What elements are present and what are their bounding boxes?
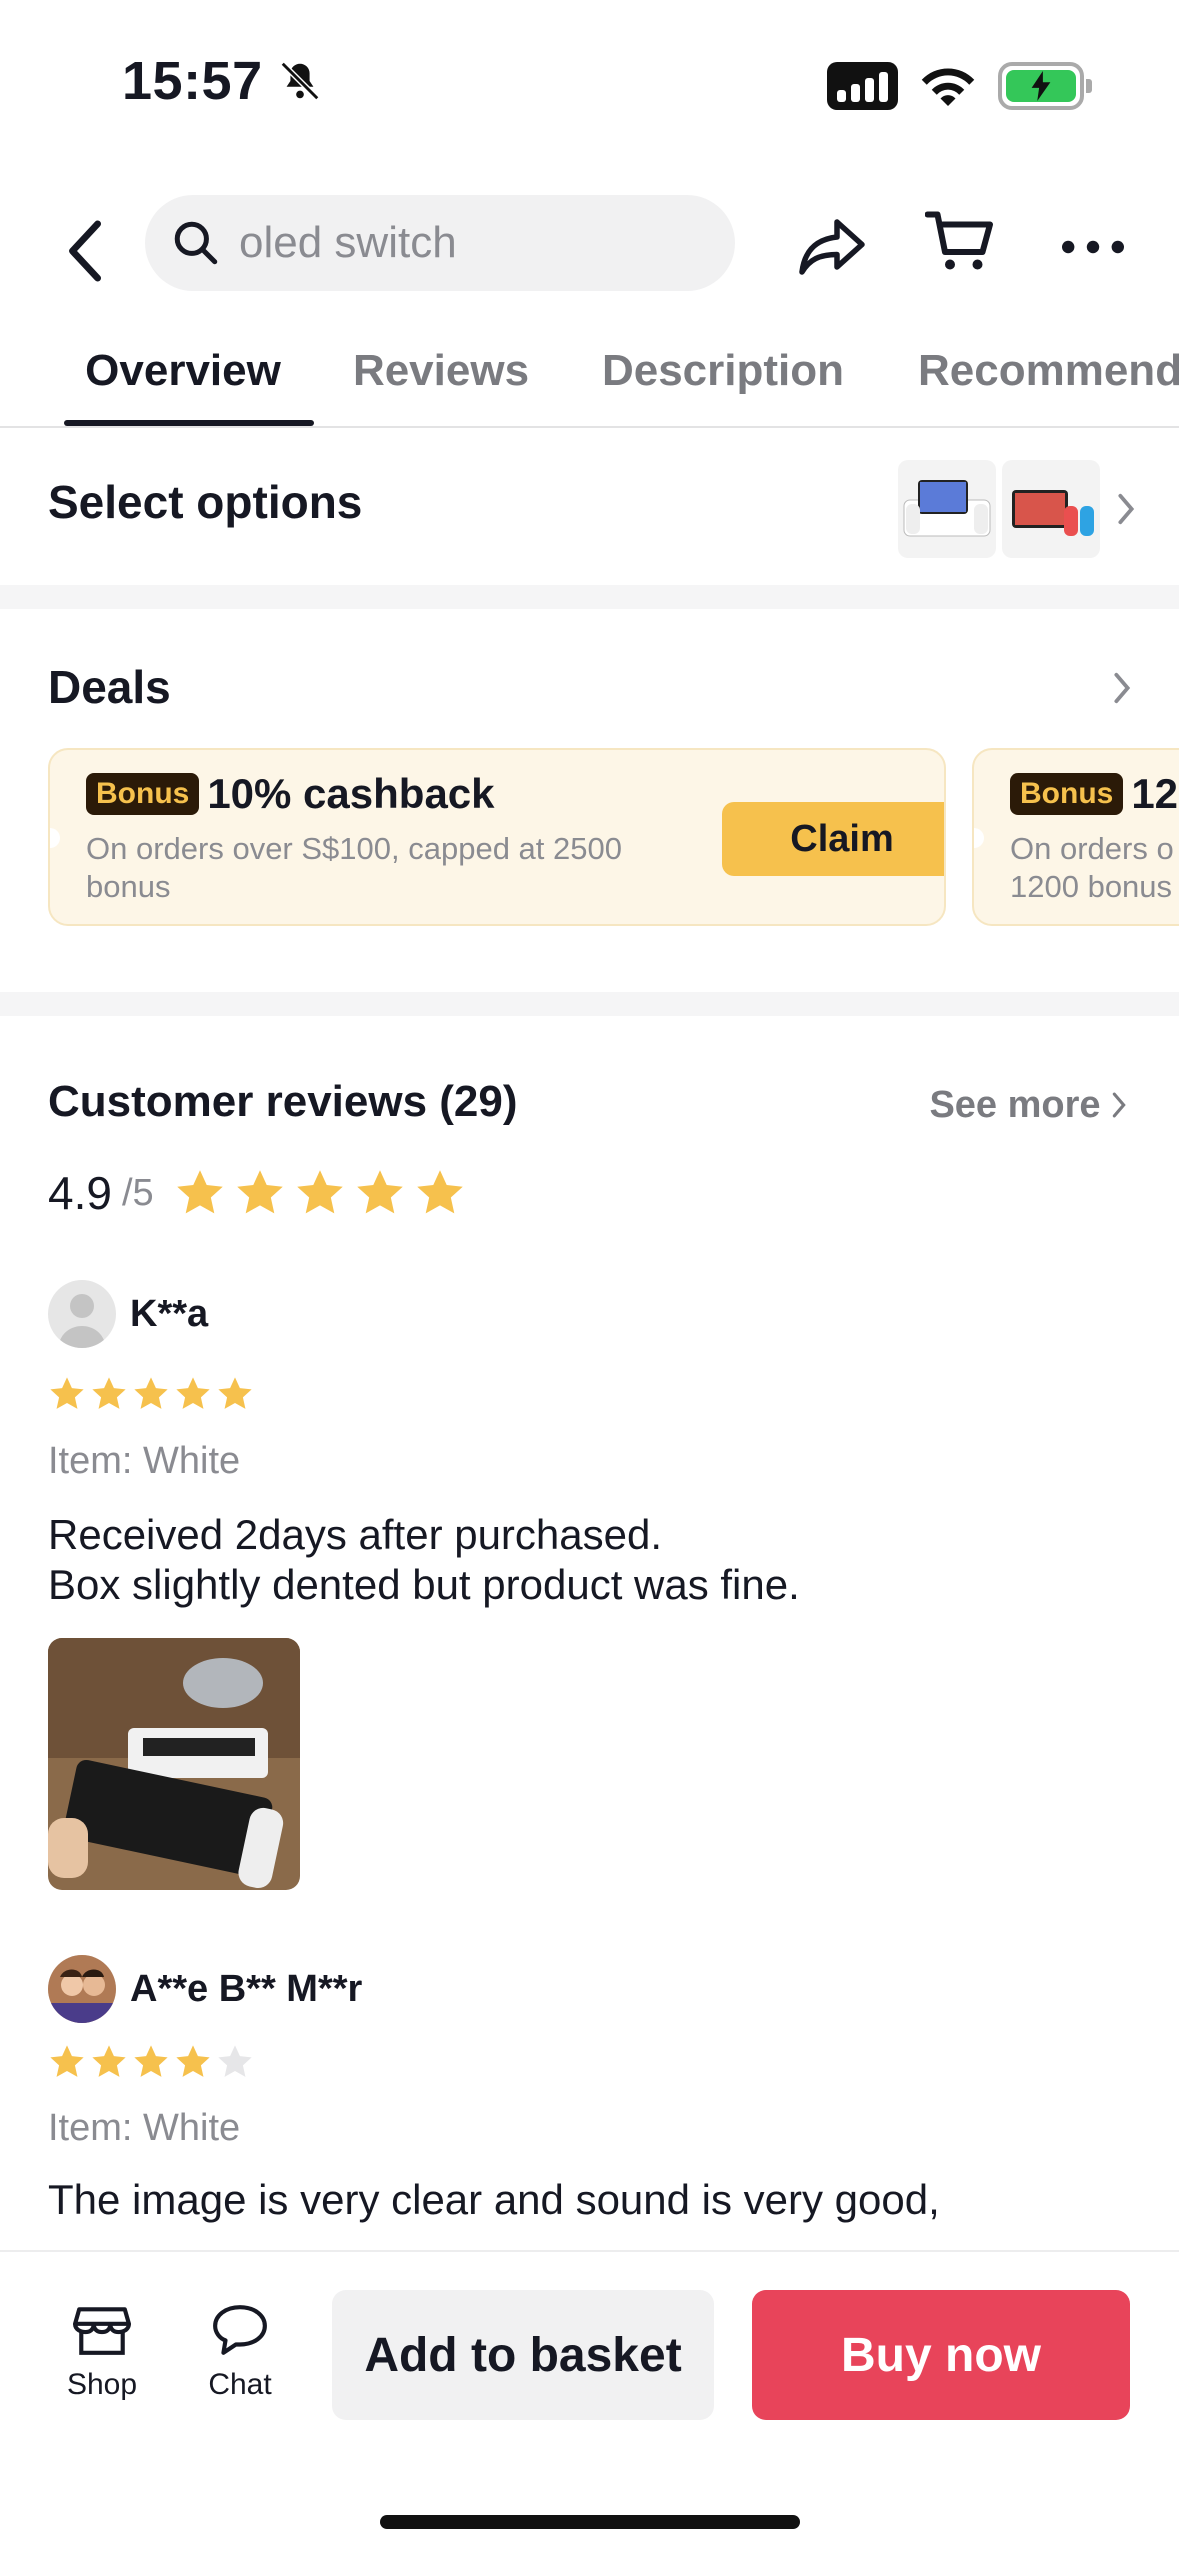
deal-coupon[interactable]: Bonus 10% cashback On orders over S$100,… — [48, 748, 946, 926]
shop-button[interactable]: Shop — [38, 2284, 166, 2420]
star-filled-icon — [92, 2045, 126, 2077]
star-filled-icon — [176, 1377, 210, 1409]
top-nav: oled switch — [0, 185, 1179, 305]
see-more-button[interactable]: See more — [898, 1055, 1158, 1155]
select-options-row[interactable]: Select options — [0, 430, 1179, 585]
cart-button[interactable] — [918, 197, 1002, 287]
deals-title: Deals — [48, 661, 171, 713]
chat-label: Chat — [208, 2368, 272, 2401]
time-text: 15:57 — [122, 51, 263, 111]
back-button[interactable] — [48, 203, 124, 299]
back-icon — [69, 220, 102, 282]
signal-icon — [827, 62, 898, 110]
add-to-basket-button[interactable]: Add to basket — [332, 2290, 714, 2420]
avatar — [48, 1955, 116, 2023]
tab-overview[interactable]: Overview — [48, 315, 318, 426]
shop-label: Shop — [66, 2368, 138, 2401]
item-variant: Item: White — [48, 1440, 241, 1482]
search-placeholder: oled switch — [239, 218, 457, 267]
star-filled-icon — [176, 2045, 210, 2077]
star-filled-icon — [218, 1377, 252, 1409]
star-filled-icon — [134, 2045, 168, 2077]
review-text-line: The image is very clear and sound is ver… — [48, 2176, 940, 2223]
rating-score: 4.9 — [48, 1167, 112, 1219]
see-more-label: See more — [929, 1083, 1101, 1126]
bonus-badge: Bonus — [86, 773, 200, 815]
home-indicator — [380, 2515, 800, 2529]
reviewer: K**a — [48, 1280, 208, 1348]
star-filled-icon — [356, 1170, 403, 1214]
review-photo[interactable] — [48, 1638, 300, 1890]
chevron-right-icon[interactable] — [1096, 460, 1156, 558]
review-text: The image is very clear and sound is ver… — [48, 2175, 940, 2225]
bonus-badge: Bonus — [1010, 773, 1124, 815]
deal-title: 12% — [1131, 770, 1179, 817]
deals-chevron-right-icon[interactable] — [1084, 646, 1160, 730]
option-thumbnail-neon[interactable] — [1002, 460, 1100, 558]
status-bar: 15:57 — [0, 0, 1179, 160]
star-filled-icon — [134, 1377, 168, 1409]
battery-charging-icon — [998, 62, 1092, 110]
chat-icon — [213, 2305, 267, 2355]
deal-coupon[interactable]: Bonus 12% On orders o 1200 bonus — [972, 748, 1179, 926]
chevron-right-icon — [1112, 1092, 1126, 1118]
reviewer-name: A**e B** M**r — [130, 1967, 363, 2010]
chat-button[interactable]: Chat — [176, 2284, 304, 2420]
cart-icon — [925, 211, 993, 270]
reviewer: A**e B** M**r — [48, 1955, 362, 2023]
share-button[interactable] — [780, 197, 884, 297]
star-empty-icon — [218, 2045, 252, 2077]
deal-title: 10% cashback — [207, 770, 495, 817]
shop-icon — [73, 2307, 131, 2355]
deal-description: On orders o 1200 bonus — [1010, 831, 1174, 904]
claim-button[interactable]: Claim — [722, 802, 944, 876]
rating-stars — [174, 1167, 466, 1219]
item-variant: Item: White — [48, 2107, 241, 2149]
review-text-line: Box slightly dented but product was fine… — [48, 1561, 800, 1608]
review-stars — [48, 2043, 254, 2081]
review-stars — [48, 1375, 254, 1413]
reviews-title: Customer reviews (29) — [48, 1077, 518, 1126]
section-divider — [0, 992, 1179, 1016]
rating-out-of: /5 — [121, 1171, 154, 1214]
bottom-action-bar: Shop Chat Add to basket Buy now — [0, 2250, 1179, 2556]
tab-recommend[interactable]: Recommend — [912, 315, 1179, 426]
reviewer-name: K**a — [130, 1292, 209, 1335]
status-time: 15:57 — [122, 50, 323, 112]
review-text: Received 2days after purchased. Box slig… — [48, 1510, 800, 1610]
wifi-icon — [921, 68, 975, 106]
tab-reviews[interactable]: Reviews — [338, 315, 544, 426]
star-filled-icon — [296, 1170, 343, 1214]
star-filled-icon — [176, 1170, 223, 1214]
deal-description: On orders over S$100, capped at 2500 bon… — [86, 831, 622, 904]
star-filled-icon — [236, 1170, 283, 1214]
more-button[interactable] — [1036, 189, 1150, 305]
avatar — [48, 1280, 116, 1348]
search-icon — [165, 212, 227, 274]
share-icon — [799, 219, 865, 275]
star-filled-icon — [50, 1377, 84, 1409]
star-filled-icon — [416, 1170, 463, 1214]
overall-rating: 4.9 /5 — [48, 1166, 466, 1220]
section-divider — [0, 585, 1179, 609]
star-filled-icon — [50, 2045, 84, 2077]
bell-slash-icon — [280, 61, 319, 101]
select-options-title: Select options — [48, 476, 363, 528]
option-thumbnail-white[interactable] — [898, 460, 996, 558]
section-tabs: Overview Reviews Description Recommend — [0, 315, 1179, 428]
star-filled-icon — [92, 1377, 126, 1409]
buy-now-button[interactable]: Buy now — [752, 2290, 1130, 2420]
tab-description[interactable]: Description — [598, 315, 848, 426]
review-text-line: Received 2days after purchased. — [48, 1511, 663, 1558]
more-icon — [1062, 240, 1124, 254]
search-bar[interactable]: oled switch — [145, 195, 735, 291]
